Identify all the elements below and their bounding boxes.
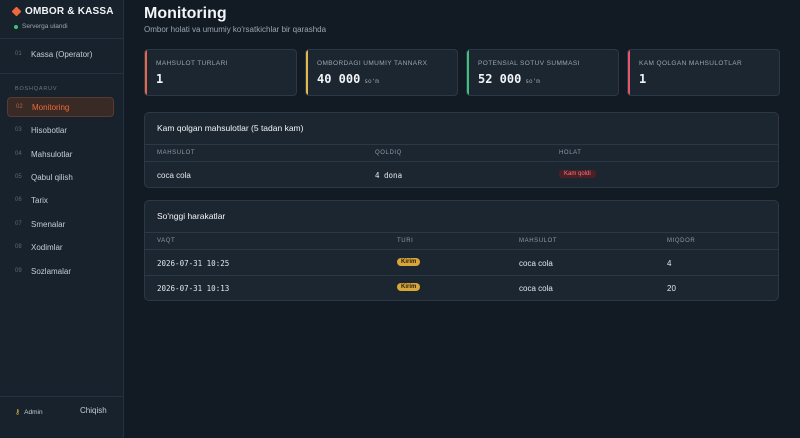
current-user: ⚷ Admin <box>15 408 43 417</box>
qty-cell: 4 dona <box>375 171 403 180</box>
nav-number: 08 <box>15 244 22 250</box>
sidebar-item-xodimlar[interactable]: 08 Xodimlar <box>7 237 114 257</box>
time-cell: 2026-07-31 10:25 <box>157 259 230 268</box>
divider <box>0 38 124 39</box>
column-header: HOLAT <box>559 150 582 156</box>
nav-number: 05 <box>15 174 22 180</box>
card-unit: so'm <box>525 78 540 85</box>
card-accent <box>628 50 630 95</box>
sidebar-item-monitoring[interactable]: 02 Monitoring <box>7 97 114 117</box>
nav-number: 04 <box>15 151 22 157</box>
stat-card-potential-sales: POTENSIAL SOTUV SUMMASI 52 000 so'm <box>466 49 619 96</box>
product-cell: coca cola <box>519 284 553 293</box>
card-value: 1 <box>639 72 647 86</box>
card-label: MAHSULOT TURLARI <box>156 60 228 67</box>
sidebar-item-label: Sozlamalar <box>31 266 72 276</box>
sidebar-item-label: Monitoring <box>32 102 70 112</box>
time-cell: 2026-07-31 10:13 <box>157 284 230 293</box>
nav-number: 01 <box>15 51 22 57</box>
panel-title: Kam qolgan mahsulotlar (5 tadan kam) <box>157 123 304 133</box>
table-header: MAHSULOT QOLDIQ HOLAT <box>145 144 778 162</box>
sidebar-item-qabul-qilish[interactable]: 05 Qabul qilish <box>7 167 114 187</box>
qty-cell: 4 <box>667 259 672 268</box>
brand: OMBOR & KASSA <box>11 6 114 17</box>
sidebar-item-label: Xodimlar <box>31 242 63 252</box>
section-label: BOSHQARUV <box>15 86 58 92</box>
card-unit: so'm <box>364 78 379 85</box>
sidebar-item-label: Kassa (Operator) <box>31 49 93 59</box>
stat-card-low-stock: KAM QOLGAN MAHSULOTLAR 1 <box>627 49 780 96</box>
column-header: QOLDIQ <box>375 150 402 156</box>
key-icon: ⚷ <box>15 409 21 416</box>
sidebar-item-label: Smenalar <box>31 219 66 229</box>
nav-number: 09 <box>15 268 22 274</box>
column-header: VAQT <box>157 238 176 244</box>
card-accent <box>145 50 147 95</box>
status-badge: Kam qoldi <box>559 170 596 178</box>
stat-card-product-types: MAHSULOT TURLARI 1 <box>144 49 297 96</box>
sidebar-footer: ⚷ Admin Chiqish <box>0 397 124 427</box>
card-accent <box>467 50 469 95</box>
sidebar-item-label: Qabul qilish <box>31 172 73 182</box>
sidebar-item-hisobotlar[interactable]: 03 Hisobotlar <box>7 120 114 140</box>
sidebar-item-label: Hisobotlar <box>31 125 68 135</box>
product-cell: coca cola <box>157 171 191 180</box>
nav-number: 03 <box>15 127 22 133</box>
card-value: 1 <box>156 72 164 86</box>
type-badge: Kirim <box>397 283 421 291</box>
sidebar-item-label: Tarix <box>31 195 48 205</box>
nav-number: 02 <box>16 104 23 110</box>
table-header: VAQT TURI MAHSULOT MIQDOR <box>145 232 778 250</box>
server-status-text: Serverga ulandi <box>22 23 68 30</box>
card-value: 40 000 so'm <box>317 72 379 86</box>
panel-title: So'nggi harakatlar <box>157 211 226 221</box>
page-subtitle: Ombor holati va umumiy ko'rsatkichlar bi… <box>144 25 327 34</box>
online-dot-icon <box>14 24 18 29</box>
column-header: MAHSULOT <box>519 238 558 244</box>
brand-title: OMBOR & KASSA <box>25 6 114 17</box>
sidebar-item-label: Mahsulotlar <box>31 149 73 159</box>
nav-number: 06 <box>15 197 22 203</box>
table-row: 2026-07-31 10:13 Kirim coca cola 20 <box>145 276 778 300</box>
divider <box>0 73 124 74</box>
column-header: MIQDOR <box>667 238 696 244</box>
sidebar-item-kassa[interactable]: 01 Kassa (Operator) <box>7 44 114 64</box>
sidebar: OMBOR & KASSA Serverga ulandi 01 Kassa (… <box>0 0 124 438</box>
stat-card-total-cost: OMBORDAGI UMUMIY TANNARX 40 000 so'm <box>305 49 458 96</box>
diamond-logo-icon <box>11 6 22 17</box>
table-row: 2026-07-31 10:25 Kirim coca cola 4 <box>145 251 778 276</box>
logout-button[interactable]: Chiqish <box>80 406 107 415</box>
table-row: coca cola 4 dona Kam qoldi <box>145 163 778 187</box>
sidebar-item-smenalar[interactable]: 07 Smenalar <box>7 214 114 234</box>
sidebar-item-sozlamalar[interactable]: 09 Sozlamalar <box>7 261 114 281</box>
server-status: Serverga ulandi <box>14 23 68 30</box>
qty-cell: 20 <box>667 284 676 293</box>
page-title: Monitoring <box>144 5 227 22</box>
low-stock-panel: Kam qolgan mahsulotlar (5 tadan kam) MAH… <box>144 112 779 188</box>
column-header: MAHSULOT <box>157 150 196 156</box>
column-header: TURI <box>397 238 414 244</box>
nav-number: 07 <box>15 221 22 227</box>
recent-movements-panel: So'nggi harakatlar VAQT TURI MAHSULOT MI… <box>144 200 779 301</box>
card-label: OMBORDAGI UMUMIY TANNARX <box>317 60 428 67</box>
user-name: Admin <box>24 408 43 416</box>
card-accent <box>306 50 308 95</box>
card-value: 52 000 so'm <box>478 72 540 86</box>
type-badge: Kirim <box>397 258 421 266</box>
product-cell: coca cola <box>519 259 553 268</box>
sidebar-item-tarix[interactable]: 06 Tarix <box>7 190 114 210</box>
card-label: POTENSIAL SOTUV SUMMASI <box>478 60 580 67</box>
card-label: KAM QOLGAN MAHSULOTLAR <box>639 60 743 67</box>
sidebar-item-mahsulotlar[interactable]: 04 Mahsulotlar <box>7 144 114 164</box>
